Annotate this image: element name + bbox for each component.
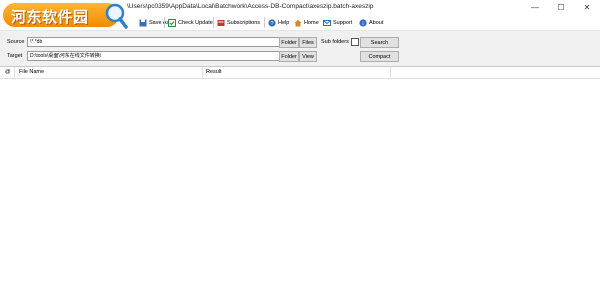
- search-button[interactable]: Search: [360, 37, 399, 48]
- column-header-file-name[interactable]: File Name: [19, 69, 44, 75]
- home-label: Home: [304, 19, 319, 26]
- home-button[interactable]: Home: [294, 17, 319, 28]
- window-controls: — ☐ ✕: [522, 0, 600, 15]
- target-label: Target: [7, 53, 23, 59]
- save-as-label: Save As: [149, 19, 170, 26]
- column-header-status[interactable]: @: [5, 69, 11, 75]
- help-icon: ?: [268, 18, 276, 27]
- help-label: Help: [278, 19, 290, 26]
- subfolders-checkbox[interactable]: [351, 38, 359, 46]
- support-label: Support: [333, 19, 353, 26]
- subscriptions-icon: [217, 19, 225, 27]
- magnifier-icon: [105, 3, 128, 29]
- check-update-label: Check Update: [178, 19, 213, 26]
- maximize-button[interactable]: ☐: [548, 0, 574, 15]
- window-title: \Users\pc0359\AppData\Local\Batchwork\Ac…: [127, 3, 374, 10]
- toolbar-separator: [213, 17, 214, 28]
- compact-button[interactable]: Compact: [360, 51, 399, 62]
- source-folder-button[interactable]: Folder: [279, 37, 299, 48]
- check-update-button[interactable]: Check Update: [168, 17, 213, 28]
- source-label: Source: [7, 39, 25, 45]
- update-icon: [168, 18, 176, 27]
- site-logo-watermark: 河东软件园: [2, 2, 130, 29]
- column-divider[interactable]: [390, 67, 391, 78]
- subfolders-label: Sub folders: [321, 39, 349, 45]
- results-grid-body[interactable]: [0, 79, 600, 300]
- info-icon: i: [359, 18, 367, 27]
- column-divider[interactable]: [14, 67, 15, 78]
- svg-text:?: ?: [270, 21, 273, 27]
- target-input[interactable]: D:\tools\桌面\河东在线文件转换\: [27, 51, 280, 61]
- support-button[interactable]: Support: [323, 17, 352, 28]
- toolbar-separator: [164, 17, 165, 28]
- help-button[interactable]: ? Help: [268, 17, 289, 28]
- support-icon: [323, 19, 331, 27]
- column-divider[interactable]: [202, 67, 203, 78]
- target-folder-button[interactable]: Folder: [279, 51, 299, 62]
- home-icon: [294, 19, 302, 27]
- save-icon: [139, 19, 147, 27]
- options-panel: Source \*.*db Folder Files Sub folders S…: [0, 31, 600, 67]
- target-view-button[interactable]: View: [299, 51, 317, 62]
- source-files-button[interactable]: Files: [299, 37, 317, 48]
- column-header-result[interactable]: Result: [206, 69, 222, 75]
- toolbar-separator: [264, 17, 265, 28]
- subscriptions-button[interactable]: Subscriptions: [217, 17, 260, 28]
- minimize-button[interactable]: —: [522, 0, 548, 15]
- about-label: About: [369, 19, 384, 26]
- source-input[interactable]: \*.*db: [27, 37, 280, 47]
- subscriptions-label: Subscriptions: [227, 19, 261, 26]
- logo-text: 河东软件园: [11, 8, 89, 26]
- about-button[interactable]: i About: [359, 17, 383, 28]
- results-grid-header: @ File Name Result: [0, 67, 600, 79]
- close-button[interactable]: ✕: [574, 0, 600, 15]
